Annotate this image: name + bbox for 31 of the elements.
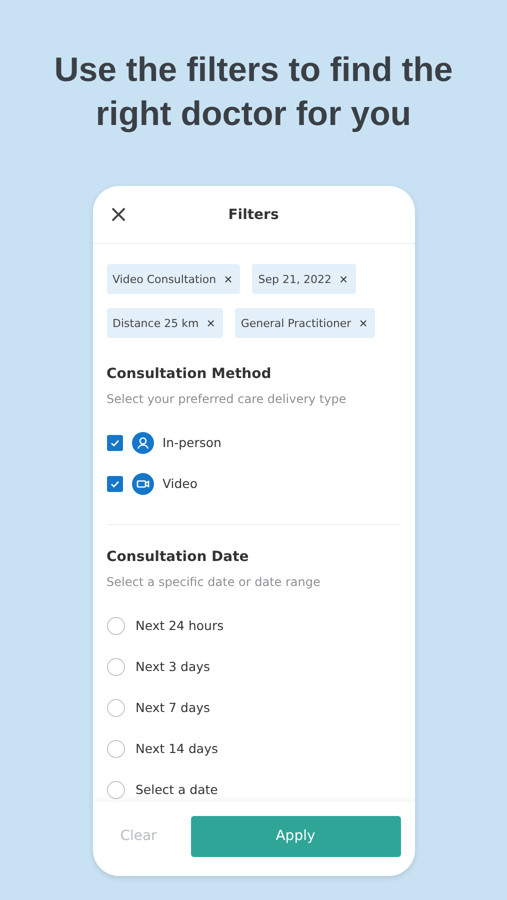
chip-label: General Practitioner [240, 316, 352, 330]
radio-button[interactable] [106, 740, 124, 758]
chip-label: Distance 25 km [112, 316, 199, 330]
chip-label: Video Consultation [112, 272, 216, 286]
screen-title: Filters [228, 206, 279, 222]
radio-button[interactable] [106, 698, 124, 716]
section-title: Consultation Method [106, 366, 272, 382]
option-label: Select a date [136, 782, 218, 797]
checkbox[interactable] [106, 476, 122, 492]
person-icon [132, 432, 154, 454]
video-camera-icon [132, 472, 154, 494]
option-label: In-person [162, 435, 222, 450]
headline: Use the filters to find the right doctor for you [53, 50, 454, 135]
remove-chip-button[interactable]: × [224, 272, 232, 286]
radio-button[interactable] [106, 780, 124, 798]
radio-button[interactable] [106, 658, 124, 676]
section-subtitle: Select a specific date or date range [106, 575, 322, 589]
remove-chip-button[interactable]: × [359, 316, 368, 330]
option-label: Next 14 days [136, 741, 218, 756]
section-subtitle: Select your preferred care delivery type [106, 392, 348, 406]
option-label: Video [162, 476, 198, 491]
chip-label: Sep 21, 2022 [258, 272, 332, 286]
remove-chip-button[interactable]: × [340, 272, 348, 286]
remove-chip-button[interactable]: × [206, 316, 215, 330]
close-button[interactable]: × [106, 202, 131, 226]
checkbox[interactable] [106, 434, 122, 450]
radio-button[interactable] [106, 616, 124, 634]
section-title: Consultation Date [106, 549, 250, 565]
option-label: Next 24 hours [136, 618, 224, 633]
option-label: Next 7 days [136, 700, 210, 715]
option-label: Next 3 days [136, 659, 210, 674]
